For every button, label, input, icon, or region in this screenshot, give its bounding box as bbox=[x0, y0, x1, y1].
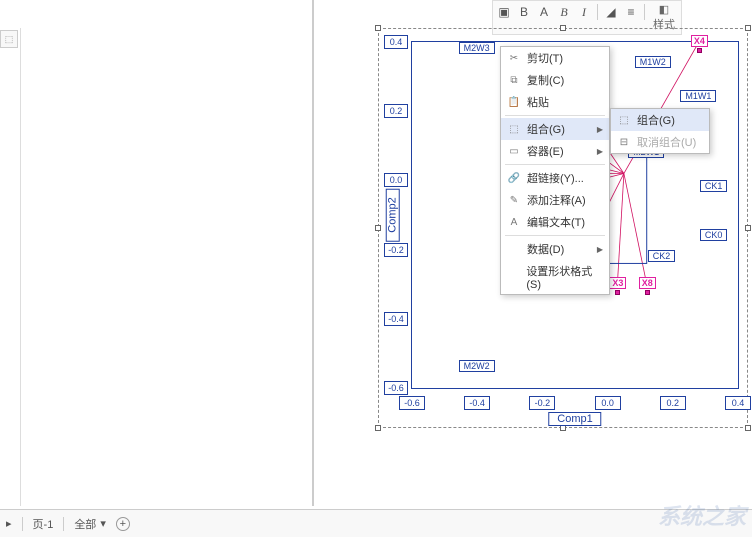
menu-item[interactable]: 数据(D)▶ bbox=[501, 238, 609, 260]
cluster-label[interactable]: M2W3 bbox=[459, 42, 495, 54]
menu-icon: ⬚ bbox=[617, 113, 631, 127]
line-style-icon[interactable]: ≡ bbox=[622, 3, 640, 21]
resize-handle[interactable] bbox=[375, 425, 381, 431]
y-tick: 0.4 bbox=[384, 35, 408, 49]
x-tick: 0.0 bbox=[595, 396, 621, 410]
cluster-label[interactable]: CK2 bbox=[648, 250, 676, 262]
resize-handle[interactable] bbox=[745, 225, 751, 231]
context-submenu: ⬚组合(G)⊟取消组合(U) bbox=[610, 108, 710, 154]
menu-item[interactable]: ✂剪切(T) bbox=[501, 47, 609, 69]
menu-icon: 📋 bbox=[507, 95, 521, 109]
page-tab[interactable]: 页-1 bbox=[33, 516, 54, 532]
cluster-label[interactable]: CK0 bbox=[700, 229, 728, 241]
chevron-right-icon: ▶ bbox=[597, 125, 603, 134]
submenu-item: ⊟取消组合(U) bbox=[611, 131, 709, 153]
statusbar-separator bbox=[63, 517, 64, 531]
fill-color-icon[interactable]: ▣ bbox=[495, 3, 513, 21]
menu-item[interactable]: ✎添加注释(A) bbox=[501, 189, 609, 211]
cluster-label[interactable]: M1W1 bbox=[680, 90, 716, 102]
resize-handle[interactable] bbox=[745, 425, 751, 431]
statusbar-separator bbox=[22, 517, 23, 531]
menu-item[interactable]: ⧉复制(C) bbox=[501, 69, 609, 91]
menu-icon bbox=[507, 270, 520, 284]
submenu-item[interactable]: ⬚组合(G) bbox=[611, 109, 709, 131]
y-tick: -0.6 bbox=[384, 381, 408, 395]
all-pages-button[interactable]: 全部▾ bbox=[74, 516, 106, 532]
status-bar: ▸ 页-1 全部▾ + bbox=[0, 509, 752, 537]
x-tick: -0.4 bbox=[464, 396, 490, 410]
resize-handle[interactable] bbox=[375, 25, 381, 31]
ruler-corner-icon[interactable]: ⬚ bbox=[0, 30, 18, 48]
menu-item[interactable]: ▭容器(E)▶ bbox=[501, 140, 609, 162]
cluster-label[interactable]: M2W2 bbox=[459, 360, 495, 372]
menu-icon: ⊟ bbox=[617, 135, 631, 149]
menu-item[interactable]: 🔗超链接(Y)... bbox=[501, 167, 609, 189]
y-tick: -0.4 bbox=[384, 312, 408, 326]
menu-icon: ✂ bbox=[507, 51, 521, 65]
x-axis-label: Comp1 bbox=[548, 412, 601, 426]
page-divider bbox=[312, 0, 314, 506]
menu-item[interactable]: 设置形状格式(S) bbox=[501, 260, 609, 294]
cluster-label[interactable]: M1W2 bbox=[635, 56, 671, 68]
font-a-icon[interactable]: B bbox=[515, 3, 533, 21]
menu-icon: ▭ bbox=[507, 144, 521, 158]
cluster-label[interactable]: CK1 bbox=[700, 180, 728, 192]
data-point-label[interactable]: X8 bbox=[639, 277, 656, 289]
menu-item[interactable]: A编辑文本(T) bbox=[501, 211, 609, 233]
x-tick: 0.2 bbox=[660, 396, 686, 410]
data-point-label[interactable]: X4 bbox=[691, 35, 708, 47]
menu-icon bbox=[507, 242, 521, 256]
y-tick: 0.0 bbox=[384, 173, 408, 187]
menu-item[interactable]: ⬚组合(G)▶ bbox=[501, 118, 609, 140]
resize-handle[interactable] bbox=[560, 25, 566, 31]
toolbar-separator bbox=[644, 4, 645, 20]
add-page-button[interactable]: + bbox=[116, 517, 130, 531]
y-tick: 0.2 bbox=[384, 104, 408, 118]
chevron-right-icon: ▶ bbox=[597, 147, 603, 156]
x-tick: -0.2 bbox=[529, 396, 555, 410]
menu-item[interactable]: 📋粘贴 bbox=[501, 91, 609, 113]
menu-icon: ⬚ bbox=[507, 122, 521, 136]
nav-arrow-icon[interactable]: ▸ bbox=[6, 517, 12, 530]
y-tick: -0.2 bbox=[384, 243, 408, 257]
chevron-right-icon: ▶ bbox=[597, 245, 603, 254]
resize-handle[interactable] bbox=[375, 225, 381, 231]
data-point[interactable] bbox=[697, 48, 702, 53]
color-picker-icon[interactable]: ◢ bbox=[602, 3, 620, 21]
x-tick: 0.4 bbox=[725, 396, 751, 410]
resize-handle[interactable] bbox=[745, 25, 751, 31]
data-point-label[interactable]: X3 bbox=[609, 277, 626, 289]
bold-icon[interactable]: B bbox=[555, 3, 573, 21]
context-menu: ✂剪切(T)⧉复制(C)📋粘贴⬚组合(G)▶▭容器(E)▶🔗超链接(Y)...✎… bbox=[500, 46, 610, 295]
toolbar-separator bbox=[597, 4, 598, 20]
y-axis-label: Comp2 bbox=[386, 188, 400, 241]
font-a2-icon[interactable]: A bbox=[535, 3, 553, 21]
page-canvas[interactable] bbox=[20, 28, 310, 506]
menu-icon: 🔗 bbox=[507, 171, 521, 185]
menu-icon: ⧉ bbox=[507, 73, 521, 87]
italic-icon[interactable]: I bbox=[575, 3, 593, 21]
x-tick: -0.6 bbox=[399, 396, 425, 410]
menu-icon: ✎ bbox=[507, 193, 521, 207]
data-point[interactable] bbox=[645, 290, 650, 295]
menu-icon: A bbox=[507, 215, 521, 229]
data-point[interactable] bbox=[615, 290, 620, 295]
